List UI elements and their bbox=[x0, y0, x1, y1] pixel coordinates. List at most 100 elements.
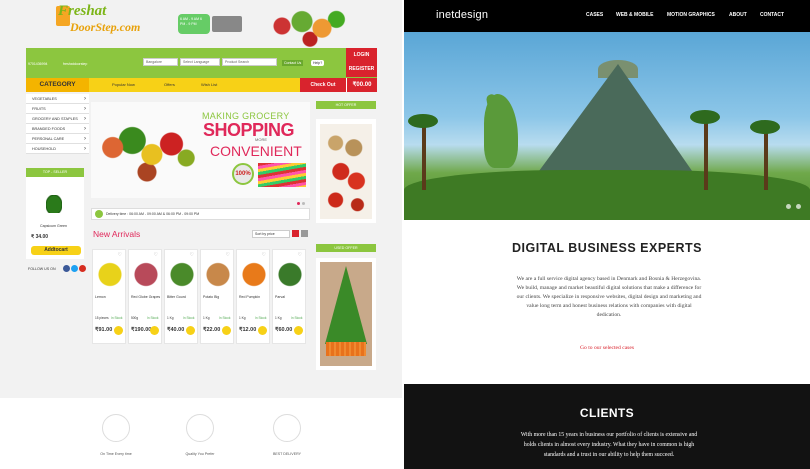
nav-item-cases[interactable]: CASES bbox=[586, 12, 603, 18]
add-to-cart-icon[interactable] bbox=[222, 326, 231, 335]
product-image[interactable] bbox=[168, 258, 196, 288]
login-register-panel: LOGIN REGISTER bbox=[346, 48, 377, 77]
hot-offer-image[interactable] bbox=[320, 124, 372, 219]
delivery-truck-feature-icon bbox=[273, 414, 301, 442]
add-to-cart-icon[interactable] bbox=[150, 326, 159, 335]
grid-view-icon[interactable] bbox=[292, 230, 299, 237]
feature-label: Quality You Prefer bbox=[185, 452, 215, 456]
product-quantity: 15 pieces bbox=[95, 316, 109, 320]
product-quantity: 1 Kg bbox=[203, 316, 210, 320]
banner-line3: MORE bbox=[255, 137, 267, 142]
product-quantity: 1 Kg bbox=[275, 316, 282, 320]
contact-us-link[interactable]: Contact Us bbox=[282, 60, 304, 66]
list-view-icon[interactable] bbox=[301, 230, 308, 237]
category-item[interactable]: GROCERY AND STAPLES bbox=[26, 114, 89, 124]
selected-cases-link[interactable]: Go to our selected cases bbox=[404, 345, 810, 351]
add-to-cart-icon[interactable] bbox=[114, 326, 123, 335]
product-card[interactable]: ♡ Potato Big 1 Kg In Stock ₹22.00 bbox=[200, 249, 234, 344]
palm-frond-decoration bbox=[690, 110, 720, 124]
product-stock: In Stock bbox=[291, 316, 303, 320]
nav-item-motion-graphics[interactable]: MOTION GRAPHICS bbox=[667, 12, 715, 18]
wishlist-heart-icon[interactable]: ♡ bbox=[226, 252, 230, 258]
product-card[interactable]: ♡ Bitter Gourd 1 Kg In Stock ₹40.00 bbox=[164, 249, 198, 344]
category-item[interactable]: VEGETABLES bbox=[26, 94, 89, 104]
nav-item-about[interactable]: ABOUT bbox=[729, 12, 747, 18]
slider-dot-active[interactable] bbox=[297, 202, 300, 205]
header-vegetables-image bbox=[266, 4, 346, 48]
category-item[interactable]: HOUSEHOLD bbox=[26, 144, 89, 154]
clock-icon bbox=[95, 210, 103, 218]
product-quantity: 500g bbox=[131, 316, 139, 320]
nav-item-contact[interactable]: CONTACT bbox=[760, 12, 784, 18]
language-select[interactable]: Select Language bbox=[180, 58, 220, 66]
email-text[interactable]: freshatdoorstep bbox=[63, 62, 87, 66]
location-select[interactable]: Bangalore bbox=[143, 58, 178, 66]
category-item[interactable]: FRUITS bbox=[26, 104, 89, 114]
offers-link[interactable]: Offers bbox=[164, 78, 175, 92]
product-image[interactable] bbox=[132, 258, 160, 288]
agency-logo[interactable]: inetdesign bbox=[436, 9, 488, 21]
twitter-icon[interactable] bbox=[71, 265, 78, 272]
clients-heading: CLIENTS bbox=[579, 406, 635, 420]
top-seller-name: Capsicum Green bbox=[40, 224, 67, 228]
add-to-cart-button[interactable]: Addtocart bbox=[31, 246, 81, 255]
wishlist-link[interactable]: Wish List bbox=[201, 78, 217, 92]
banner-vegetables-image bbox=[98, 116, 196, 186]
add-to-cart-icon[interactable] bbox=[294, 326, 303, 335]
wishlist-heart-icon[interactable]: ♡ bbox=[262, 252, 266, 258]
sort-by-select[interactable]: Sort by price bbox=[252, 230, 290, 238]
product-price: ₹12.00 bbox=[239, 327, 257, 333]
used-offer-heading: USED OFFER bbox=[316, 244, 376, 252]
cart-total[interactable]: ₹00.00 bbox=[346, 78, 377, 92]
product-image[interactable] bbox=[96, 258, 124, 288]
headline: DIGITAL BUSINESS EXPERTS bbox=[511, 241, 703, 255]
product-image[interactable] bbox=[204, 258, 232, 288]
hero-slider-dot[interactable] bbox=[796, 204, 801, 209]
top-bar: 9701436994 freshatdoorstep Bangalore Sel… bbox=[26, 48, 377, 78]
add-to-cart-icon[interactable] bbox=[258, 326, 267, 335]
product-name: Potato Big bbox=[203, 295, 220, 299]
carrots-decoration bbox=[326, 342, 366, 356]
hot-offer-heading: HOT OFFER bbox=[316, 101, 376, 109]
product-stock: In Stock bbox=[111, 316, 123, 320]
wishlist-heart-icon[interactable]: ♡ bbox=[118, 252, 122, 258]
wishlist-heart-icon[interactable]: ♡ bbox=[154, 252, 158, 258]
nav-item-web-mobile[interactable]: WEB & MOBILE bbox=[616, 12, 654, 18]
product-image[interactable] bbox=[276, 258, 304, 288]
register-button[interactable]: REGISTER bbox=[346, 62, 377, 76]
product-card[interactable]: ♡ Red Globe Grapes 500g In Stock ₹190.00 bbox=[128, 249, 162, 344]
palm-tree-decoration bbox=[422, 120, 426, 190]
category-item[interactable]: PERSONAL CARE bbox=[26, 134, 89, 144]
product-image[interactable] bbox=[240, 258, 268, 288]
intro-paragraph: We are a full service digital agency bas… bbox=[516, 276, 702, 318]
category-list: VEGETABLES FRUITS GROCERY AND STAPLES BR… bbox=[26, 94, 89, 154]
site-logo-line1[interactable]: Freshat bbox=[58, 4, 106, 19]
popular-now-link[interactable]: Popular Now bbox=[112, 78, 135, 92]
product-name: Parval bbox=[275, 295, 285, 299]
hero-slider-dot[interactable] bbox=[786, 204, 791, 209]
vegetable-tree-decoration bbox=[325, 266, 367, 344]
add-to-cart-icon[interactable] bbox=[186, 326, 195, 335]
product-card[interactable]: ♡ Lemon 15 pieces In Stock ₹91.00 bbox=[92, 249, 126, 344]
facebook-icon[interactable] bbox=[63, 265, 70, 272]
help-button[interactable]: Help? bbox=[311, 60, 325, 66]
slider-dot[interactable] bbox=[302, 202, 305, 205]
capsicum-image[interactable] bbox=[46, 195, 62, 213]
product-card[interactable]: ♡ Parval 1 Kg In Stock ₹60.00 bbox=[272, 249, 306, 344]
checkout-button[interactable]: Check Out bbox=[300, 78, 346, 92]
wishlist-heart-icon[interactable]: ♡ bbox=[190, 252, 194, 258]
site-logo-line2[interactable]: DoorStep.com bbox=[70, 20, 140, 35]
product-card[interactable]: ♡ Red Pumpkin 1 Kg In Stock ₹12.00 bbox=[236, 249, 270, 344]
wishlist-heart-icon[interactable]: ♡ bbox=[298, 252, 302, 258]
google-plus-icon[interactable] bbox=[79, 265, 86, 272]
banner-flags-decoration bbox=[258, 163, 306, 187]
category-item[interactable]: BRANDED FOODS bbox=[26, 124, 89, 134]
quality-medal-icon bbox=[186, 414, 214, 442]
palm-tree-decoration bbox=[764, 126, 768, 190]
product-name: Bitter Gourd bbox=[167, 295, 186, 299]
login-button[interactable]: LOGIN bbox=[346, 48, 377, 62]
new-arrivals-heading: New Arrivals bbox=[93, 229, 141, 239]
product-search-input[interactable]: Product Search bbox=[222, 58, 277, 66]
category-menu-button[interactable]: CATEGORY bbox=[26, 78, 89, 92]
product-stock: In Stock bbox=[219, 316, 231, 320]
